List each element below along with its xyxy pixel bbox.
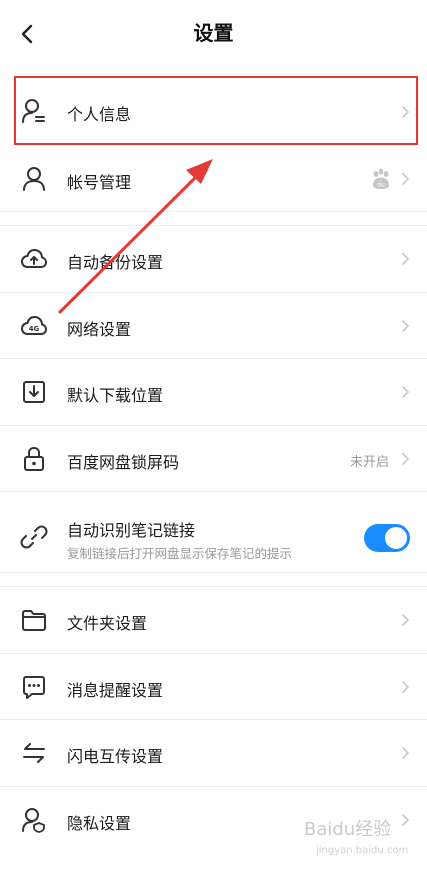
- chevron-right-icon: [398, 452, 412, 466]
- privacy-user-icon: [20, 806, 48, 834]
- chevron-right-icon: [398, 252, 412, 266]
- page-title: 设置: [193, 21, 234, 45]
- message-icon: [20, 673, 48, 701]
- settings-item-label: 文件夹设置: [67, 614, 148, 633]
- toggle-knob: [385, 527, 407, 549]
- chevron-right-icon: [398, 613, 412, 627]
- baidu-paw-icon: du: [370, 168, 392, 190]
- transfer-arrows-icon: [20, 739, 48, 767]
- download-icon: [20, 378, 48, 406]
- settings-item-auto-backup[interactable]: 自动备份设置: [0, 226, 427, 292]
- watermark: Baidu经验: [304, 819, 392, 840]
- account-badge-text: du: [377, 182, 385, 189]
- chevron-right-icon: [398, 319, 412, 333]
- chevron-right-icon: [398, 813, 412, 827]
- settings-item-label: 隐私设置: [67, 814, 132, 833]
- divider: [0, 211, 427, 212]
- settings-item-label: 自动备份设置: [67, 253, 164, 272]
- settings-item-label: 百度网盘锁屏码: [67, 453, 180, 472]
- lock-icon: [20, 445, 48, 473]
- header: 设置: [0, 0, 427, 66]
- settings-item-download-location[interactable]: 默认下载位置: [0, 359, 427, 425]
- watermark-url: jingyan.baidu.com: [316, 845, 409, 856]
- chevron-right-icon: [398, 385, 412, 399]
- note-link-toggle[interactable]: [364, 524, 410, 552]
- settings-item-lightning-transfer[interactable]: 闪电互传设置: [0, 720, 427, 786]
- divider: [0, 572, 427, 573]
- settings-item-description: 复制链接后打开网盘显示保存笔记的提示: [67, 546, 293, 561]
- settings-item-lock-screen-code[interactable]: 百度网盘锁屏码 未开启: [0, 426, 427, 492]
- chevron-right-icon: [398, 680, 412, 694]
- status-text: 未开启: [349, 455, 389, 470]
- settings-item-label: 自动识别笔记链接: [67, 521, 196, 540]
- folder-icon: [20, 606, 48, 634]
- user-icon: [20, 165, 48, 193]
- settings-item-account[interactable]: 帐号管理 du: [0, 146, 427, 212]
- network-icon-text: 4G: [29, 325, 40, 333]
- cloud-upload-icon: [20, 245, 48, 273]
- highlight-box: [14, 76, 418, 145]
- settings-item-network[interactable]: 4G 网络设置: [0, 293, 427, 359]
- settings-item-note-link-detection: 自动识别笔记链接 复制链接后打开网盘显示保存笔记的提示: [0, 492, 427, 572]
- chevron-right-icon: [398, 172, 412, 186]
- settings-item-label: 网络设置: [67, 320, 132, 339]
- cloud-4g-icon: 4G: [20, 312, 48, 340]
- settings-item-message-reminder[interactable]: 消息提醒设置: [0, 654, 427, 720]
- chevron-right-icon: [398, 746, 412, 760]
- settings-item-label: 默认下载位置: [67, 386, 164, 405]
- settings-item-label: 闪电互传设置: [67, 747, 164, 766]
- settings-item-label: 帐号管理: [67, 173, 132, 192]
- settings-item-label: 消息提醒设置: [67, 681, 164, 700]
- link-icon: [20, 523, 48, 551]
- settings-item-folder[interactable]: 文件夹设置: [0, 587, 427, 653]
